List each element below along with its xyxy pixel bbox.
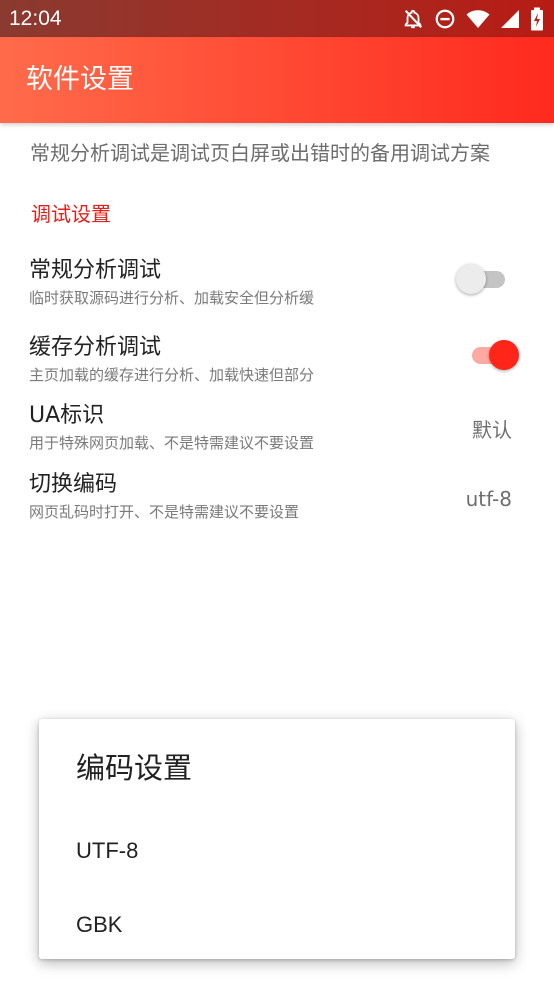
ua-value: 默认	[472, 418, 512, 442]
dialog-option-utf8[interactable]: UTF-8	[39, 816, 515, 886]
encoding-dialog: 编码设置 UTF-8 GBK	[39, 719, 515, 959]
pref-summary: 临时获取源码进行分析、加载安全但分析缓	[29, 289, 315, 307]
encoding-value: utf-8	[465, 487, 512, 511]
status-time: 12:04	[9, 7, 62, 30]
pref-summary: 网页乱码时打开、不是特需建议不要设置	[29, 503, 300, 521]
pref-summary: 主页加载的缓存进行分析、加载快速但部分	[29, 366, 315, 384]
settings-screen: 12:04 软件设置 常规分析调试是调试页白屏或出错时的备用调试方案 调试设置 …	[0, 0, 554, 985]
cache-debug-switch[interactable]	[467, 338, 521, 372]
pref-cache-debug[interactable]: 缓存分析调试 主页加载的缓存进行分析、加载快速但部分	[0, 333, 554, 399]
dialog-option-label: GBK	[76, 912, 123, 937]
do-not-disturb-icon	[434, 8, 456, 30]
category-header: 调试设置	[31, 202, 111, 226]
pref-title: 缓存分析调试	[29, 335, 162, 360]
pref-summary: 用于特殊网页加载、不是特需建议不要设置	[29, 434, 315, 452]
wifi-icon	[466, 8, 490, 30]
status-icons	[402, 7, 544, 31]
settings-note: 常规分析调试是调试页白屏或出错时的备用调试方案	[30, 141, 490, 165]
dialog-option-gbk[interactable]: GBK	[39, 890, 515, 960]
pref-title: 常规分析调试	[29, 258, 162, 283]
pref-switch-encoding[interactable]: 切换编码 网页乱码时打开、不是特需建议不要设置 utf-8	[0, 470, 554, 536]
app-bar: 软件设置	[0, 37, 554, 123]
pref-title: UA标识	[29, 403, 105, 428]
cell-signal-icon	[500, 9, 520, 29]
normal-debug-switch[interactable]	[456, 262, 510, 296]
status-bar: 12:04	[0, 0, 554, 37]
pref-title: 切换编码	[29, 472, 118, 497]
pref-normal-debug[interactable]: 常规分析调试 临时获取源码进行分析、加载安全但分析缓	[0, 256, 554, 322]
pref-ua-identifier[interactable]: UA标识 用于特殊网页加载、不是特需建议不要设置 默认	[0, 401, 554, 467]
battery-icon	[530, 7, 544, 31]
page-title: 软件设置	[26, 64, 134, 95]
notifications-off-icon	[402, 8, 424, 30]
dialog-option-label: UTF-8	[76, 838, 139, 863]
switch-thumb	[489, 340, 519, 370]
switch-thumb	[456, 264, 486, 294]
dialog-title: 编码设置	[76, 751, 193, 785]
